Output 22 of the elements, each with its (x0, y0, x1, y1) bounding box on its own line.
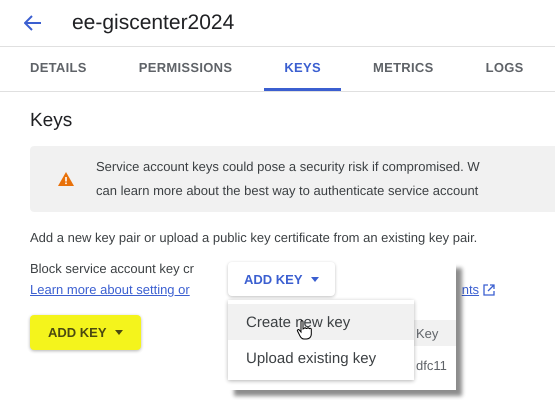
tab[interactable]: LOGS (466, 47, 544, 91)
tab[interactable]: PERMISSIONS (118, 47, 252, 91)
warning-text: Service account keys could pose a security risk if compromised. W can learn more about the best way to authenticate service account (96, 158, 480, 200)
external-link-icon (483, 284, 496, 296)
caret-icon (310, 276, 319, 282)
add-key-button[interactable]: ADD KEY (30, 315, 141, 350)
section-title: Keys (30, 110, 74, 132)
menu-item[interactable]: Upload existing key (228, 340, 414, 376)
warning-icon (58, 172, 74, 186)
learn-more-link[interactable]: Learn more about setting or (30, 282, 190, 297)
block-text: Block service account key cr (30, 261, 196, 276)
caret-icon (114, 330, 123, 335)
intro-text: Add a new key pair or upload a public key certificate from an existing key pair. (30, 230, 478, 245)
add-key-button[interactable]: ADD KEY (228, 262, 335, 296)
learn-more-link[interactable]: nts (462, 282, 480, 297)
page-title: ee-giscenter2024 (72, 11, 234, 35)
tab[interactable]: METRICS (352, 47, 454, 91)
back-arrow-icon[interactable] (24, 15, 42, 31)
tab[interactable]: DETAILS (10, 47, 107, 91)
table-header: Key (414, 320, 456, 346)
table-cell: dfc11 (416, 358, 447, 373)
tab[interactable]: KEYS (264, 47, 341, 91)
